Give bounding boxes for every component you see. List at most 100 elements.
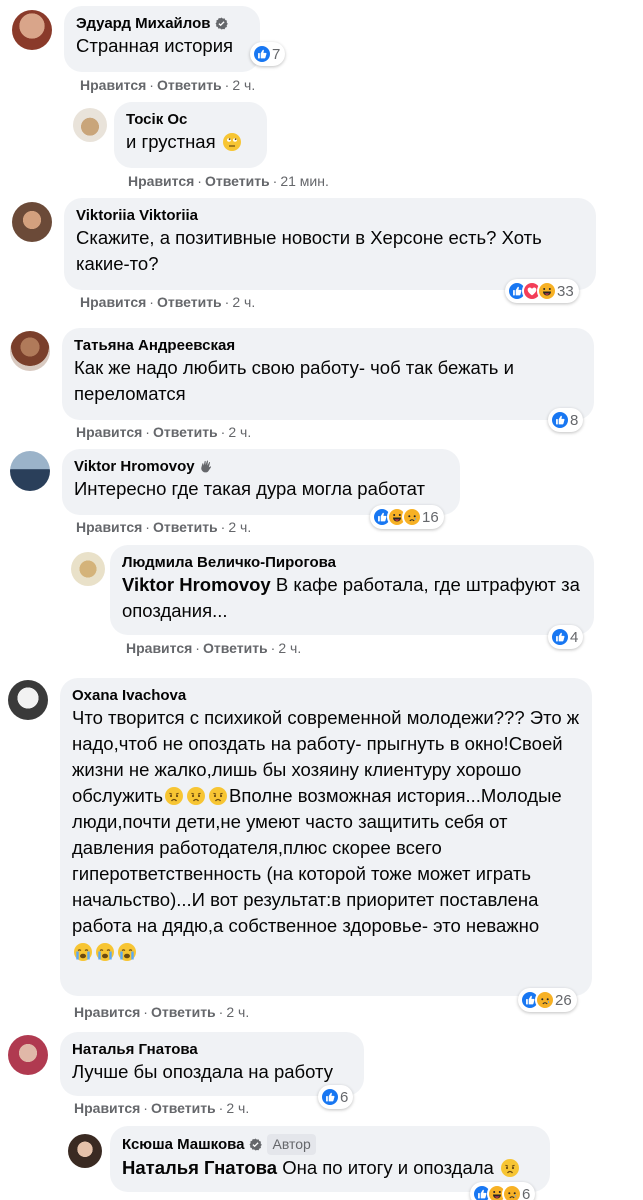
avatar[interactable] bbox=[73, 108, 107, 142]
reactions-summary[interactable]: 8 bbox=[548, 408, 584, 432]
comment-text: Лучше бы опоздала на работу bbox=[72, 1061, 333, 1082]
comment-actions: Нравится · Ответить · 2 ч. bbox=[80, 77, 256, 93]
sleepy-emoji-icon bbox=[222, 132, 242, 152]
comment-author[interactable]: Viktor Hromovoy bbox=[74, 457, 195, 476]
sad-icon bbox=[502, 1184, 522, 1200]
reply-button[interactable]: Ответить bbox=[151, 1100, 216, 1116]
avatar[interactable] bbox=[12, 202, 52, 242]
avatar[interactable] bbox=[12, 10, 52, 50]
crying-emoji-icon bbox=[73, 942, 93, 962]
avatar[interactable] bbox=[8, 680, 48, 720]
sad-emoji-icon bbox=[164, 786, 184, 806]
reactions-count: 16 bbox=[422, 508, 439, 526]
comment-text: Интересно где такая дура могла работат bbox=[74, 478, 425, 499]
comment-text: Странная история bbox=[76, 35, 234, 56]
comment-author[interactable]: Эдуард Михайлов bbox=[76, 14, 210, 33]
mention-link[interactable]: Viktor Hromovoy bbox=[122, 574, 271, 595]
author-badge: Автор bbox=[267, 1134, 316, 1155]
reactions-count: 33 bbox=[557, 282, 574, 300]
comment-time[interactable]: 21 мин. bbox=[280, 173, 329, 189]
like-button[interactable]: Нравится bbox=[80, 294, 146, 310]
comment-author[interactable]: Viktoriia Viktoriia bbox=[76, 206, 584, 225]
comment-bubble: Людмила Величко-Пирогова Viktor Hromovoy… bbox=[110, 545, 594, 635]
reactions-summary[interactable]: 26 bbox=[518, 988, 577, 1012]
reactions-count: 4 bbox=[570, 628, 579, 646]
haha-icon bbox=[537, 281, 557, 301]
verified-badge-icon bbox=[216, 17, 229, 30]
comment-time[interactable]: 2 ч. bbox=[232, 294, 255, 310]
like-icon bbox=[252, 44, 272, 64]
sad-icon bbox=[535, 990, 555, 1010]
comment-bubble: Oxana Ivachova Что творится с психикой с… bbox=[60, 678, 592, 996]
sad-emoji-icon bbox=[208, 786, 228, 806]
comment-author[interactable]: Людмила Величко-Пирогова bbox=[122, 553, 582, 572]
comment-bubble: Наталья Гнатова Лучше бы опоздала на раб… bbox=[60, 1032, 364, 1096]
comment-author[interactable]: Тосік Ос bbox=[126, 110, 255, 129]
reactions-summary[interactable]: 7 bbox=[250, 42, 286, 66]
reactions-summary[interactable]: 6 bbox=[470, 1182, 536, 1200]
reactions-count: 7 bbox=[272, 45, 281, 63]
like-icon bbox=[550, 410, 570, 430]
crying-emoji-icon bbox=[95, 942, 115, 962]
comment-actions: Нравится · Ответить · 2 ч. bbox=[126, 640, 302, 656]
reactions-summary[interactable]: 4 bbox=[548, 625, 584, 649]
comment-time[interactable]: 2 ч. bbox=[228, 519, 251, 535]
comment-time[interactable]: 2 ч. bbox=[228, 424, 251, 440]
comment-bubble: Эдуард Михайлов Странная история bbox=[64, 6, 260, 72]
reactions-count: 6 bbox=[340, 1088, 349, 1106]
avatar[interactable] bbox=[68, 1134, 102, 1168]
sad-emoji-icon bbox=[186, 786, 206, 806]
verified-badge-icon bbox=[250, 1138, 263, 1151]
comment-text-continued: Вполне возможная история...Молодые люди,… bbox=[72, 785, 562, 936]
reply-button[interactable]: Ответить bbox=[153, 519, 218, 535]
comment-author[interactable]: Oxana Ivachova bbox=[72, 686, 580, 705]
comment-bubble: Татьяна Андреевская Как же надо любить с… bbox=[62, 328, 594, 420]
comment-time[interactable]: 2 ч. bbox=[226, 1100, 249, 1116]
comment-actions: Нравится · Ответить · 21 мин. bbox=[128, 173, 329, 189]
comment-actions: Нравится · Ответить · 2 ч. bbox=[74, 1100, 250, 1116]
avatar[interactable] bbox=[8, 1035, 48, 1075]
like-button[interactable]: Нравится bbox=[76, 424, 142, 440]
comment-author[interactable]: Татьяна Андреевская bbox=[74, 336, 582, 355]
like-icon bbox=[320, 1087, 340, 1107]
reply-button[interactable]: Ответить bbox=[157, 294, 222, 310]
like-button[interactable]: Нравится bbox=[80, 77, 146, 93]
comment-actions: Нравится · Ответить · 2 ч. bbox=[74, 1004, 250, 1020]
comment-actions: Нравится · Ответить · 2 ч. bbox=[80, 294, 256, 310]
comment-time[interactable]: 2 ч. bbox=[278, 640, 301, 656]
sad-icon bbox=[402, 507, 422, 527]
comment-actions: Нравится · Ответить · 2 ч. bbox=[76, 424, 252, 440]
reply-button[interactable]: Ответить bbox=[205, 173, 270, 189]
comment-time[interactable]: 2 ч. bbox=[232, 77, 255, 93]
reactions-summary[interactable]: 16 bbox=[370, 505, 444, 529]
wave-icon bbox=[200, 460, 211, 473]
reply-button[interactable]: Ответить bbox=[203, 640, 268, 656]
mention-link[interactable]: Наталья Гнатова bbox=[122, 1157, 277, 1178]
comment-author[interactable]: Наталья Гнатова bbox=[72, 1040, 352, 1059]
reactions-count: 8 bbox=[570, 411, 579, 429]
like-button[interactable]: Нравится bbox=[126, 640, 192, 656]
reply-button[interactable]: Ответить bbox=[151, 1004, 216, 1020]
reactions-count: 26 bbox=[555, 991, 572, 1009]
reply-button[interactable]: Ответить bbox=[153, 424, 218, 440]
comment-text: Скажите, а позитивные новости в Херсоне … bbox=[76, 227, 542, 274]
reactions-summary[interactable]: 33 bbox=[505, 279, 579, 303]
like-button[interactable]: Нравится bbox=[74, 1100, 140, 1116]
comment-actions: Нравится · Ответить · 2 ч. bbox=[76, 519, 252, 535]
comment-text: Как же надо любить свою работу- чоб так … bbox=[74, 357, 514, 404]
comment-author[interactable]: Ксюша Машкова bbox=[122, 1135, 244, 1154]
like-button[interactable]: Нравится bbox=[128, 173, 194, 189]
avatar[interactable] bbox=[71, 552, 105, 586]
comment-bubble: Viktoriia Viktoriia Скажите, а позитивны… bbox=[64, 198, 596, 290]
like-button[interactable]: Нравится bbox=[76, 519, 142, 535]
avatar[interactable] bbox=[10, 451, 50, 491]
crying-emoji-icon bbox=[117, 942, 137, 962]
comment-text: и грустная bbox=[126, 131, 216, 152]
like-button[interactable]: Нравится bbox=[74, 1004, 140, 1020]
comment-time[interactable]: 2 ч. bbox=[226, 1004, 249, 1020]
reactions-summary[interactable]: 6 bbox=[318, 1085, 354, 1109]
avatar[interactable] bbox=[10, 331, 50, 371]
reactions-count: 6 bbox=[522, 1185, 531, 1200]
comment-text: Она по итогу и опоздала bbox=[277, 1157, 494, 1178]
reply-button[interactable]: Ответить bbox=[157, 77, 222, 93]
